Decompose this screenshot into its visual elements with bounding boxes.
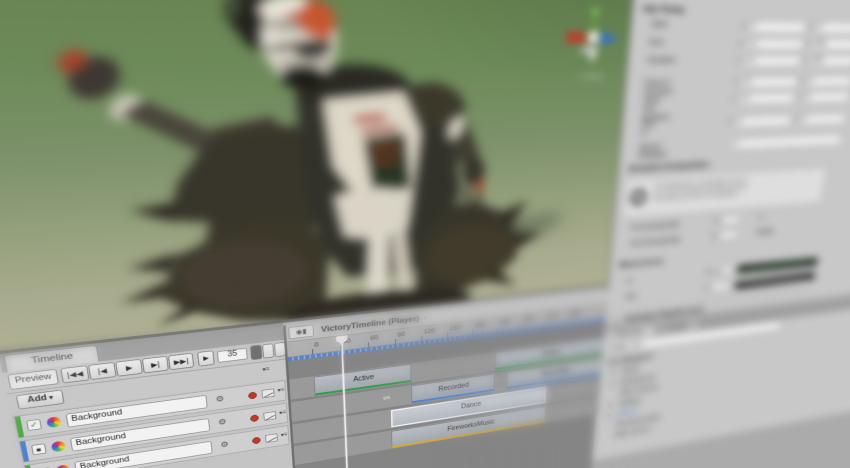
timeline-clips-area: ◉▮ VictoryTimeline (Player)› 0 30 60 90 …	[283, 290, 607, 468]
duration-s-field[interactable]: 4.1	[743, 55, 802, 66]
play-range-toggle[interactable]: ▶	[197, 350, 215, 366]
create-button[interactable]: Create	[604, 341, 635, 354]
post-extrapolate-dropdown[interactable]: Hold	[703, 230, 741, 243]
easeout-f-field[interactable]: 6	[803, 92, 850, 103]
unity-editor: < Persp Clip Timing Start s 0 f 0 End s …	[0, 0, 850, 468]
clip-timing-header: Clip Timing	[642, 4, 684, 14]
blend-out-label: Out	[625, 292, 637, 301]
curves-icon[interactable]	[261, 388, 274, 398]
blend-in-label: In	[626, 277, 632, 285]
add-track-button[interactable]: Add	[16, 390, 65, 410]
infinity-icon: ∞	[383, 392, 390, 403]
f-label: f	[806, 40, 809, 48]
record-button[interactable]	[250, 414, 259, 422]
blend-curves-header: Blend Curves	[619, 257, 664, 269]
row-label-clipin: Clip In	[640, 120, 654, 138]
item-label: Player	[621, 365, 640, 375]
scene-orientation-gizmo[interactable]: < Persp	[559, 3, 628, 87]
f-label: f	[798, 93, 801, 101]
scene-icon	[610, 358, 618, 365]
item-label: Events	[617, 408, 637, 418]
easeout-s-field[interactable]: 0.1	[737, 93, 795, 105]
blend-in-dropdown[interactable]: Manual	[699, 265, 735, 278]
track-menu-icon[interactable]: ▾≡	[281, 431, 288, 438]
row-label-easein: Ease In Duration	[644, 78, 674, 96]
breadcrumb-chevron-icon: ›	[424, 312, 427, 322]
easein-f-field[interactable]: 6	[806, 76, 850, 87]
speed-field[interactable]: 1	[731, 134, 842, 149]
curves-icon[interactable]	[263, 411, 276, 421]
end-s-field[interactable]: 4.1	[745, 39, 804, 50]
row-label-end: End	[649, 38, 663, 47]
foldout-icon[interactable]: ▶	[612, 370, 616, 376]
previous-frame-button[interactable]: |◀	[88, 362, 116, 380]
animator-icon	[55, 464, 70, 468]
post-extrapolate-value: Infinity	[756, 227, 775, 236]
gizmo-persp-label[interactable]: < Persp	[559, 73, 622, 82]
foldout-icon[interactable]: ▶	[608, 413, 612, 419]
extrapolation-info-box: Pre-Extrapolation is only applied to the…	[622, 167, 827, 219]
f-label: f	[804, 56, 807, 64]
row-label-speed: Speed Multiplier	[638, 142, 669, 160]
clipin-f-field[interactable]: 0	[799, 114, 846, 126]
pre-extrapolate-dropdown[interactable]: Hold	[705, 215, 743, 228]
next-frame-button[interactable]: ▶|	[142, 356, 169, 374]
s-label: s	[731, 95, 735, 103]
s-label: s	[737, 56, 741, 64]
s-label: s	[741, 22, 745, 30]
blend-out-curve[interactable]	[734, 271, 815, 290]
gear-icon[interactable]: ⚙	[218, 417, 227, 427]
track-options-icon[interactable]: ▾≡	[262, 366, 270, 373]
animator-icon	[51, 440, 66, 452]
gear-icon[interactable]: ⚙	[215, 394, 224, 404]
foldout-icon[interactable]: ▶	[609, 402, 613, 408]
post-extrapolate-label: Post-Extrapolate	[630, 236, 682, 248]
current-frame-field[interactable]: 35	[217, 348, 248, 363]
blend-out-dropdown[interactable]: Auto	[697, 281, 733, 294]
go-to-start-button[interactable]: |◀◀	[60, 365, 89, 383]
edit-mode-mix-button[interactable]	[250, 345, 262, 360]
s-label: s	[728, 118, 732, 126]
easein-s-field[interactable]: 0.1	[740, 77, 798, 88]
pre-extrapolate-value: 0	[758, 214, 763, 222]
s-label: s	[734, 78, 738, 86]
foldout-icon[interactable]: ▶	[611, 381, 615, 387]
duration-f-field[interactable]: 246	[809, 55, 850, 66]
start-f-field[interactable]: 0	[814, 22, 850, 33]
curves-icon[interactable]	[265, 433, 278, 443]
track-color-strip	[20, 441, 29, 462]
track-active-checkbox[interactable]: ✓	[26, 419, 42, 431]
go-to-end-button[interactable]: ▶▶|	[168, 353, 194, 370]
edit-mode-ripple-button[interactable]	[262, 343, 274, 358]
pre-extrapolate-label: Pre-Extrapolate	[631, 220, 680, 232]
foldout-icon[interactable]: ▼	[603, 360, 608, 366]
row-label-start: Start	[651, 20, 668, 30]
start-s-field[interactable]: 0	[747, 21, 806, 33]
end-f-field[interactable]: 246	[812, 39, 850, 50]
preview-toggle[interactable]: Preview	[7, 369, 59, 390]
timeline-visibility-icons[interactable]: ◉▮	[288, 324, 314, 339]
row-label-easeout: Ease Out Duration	[642, 95, 672, 122]
record-button[interactable]	[248, 392, 257, 400]
row-label-duration: Duration	[647, 56, 676, 65]
f-label: f	[800, 77, 803, 85]
gear-icon[interactable]: ⚙	[220, 440, 229, 450]
extrapolation-header: Animation Extrapolation	[628, 161, 710, 174]
track-color-strip	[15, 416, 24, 437]
track-active-checkbox[interactable]: ■	[31, 443, 47, 455]
info-icon	[629, 188, 648, 207]
f-label: f	[794, 116, 797, 123]
track-menu-icon[interactable]: ▾≡	[279, 409, 287, 416]
record-button[interactable]	[252, 437, 261, 445]
animator-icon	[46, 416, 62, 428]
f-label: f	[809, 23, 812, 31]
inspector-panel: Clip Timing Start s 0 f 0 End s 4.1 f 24…	[604, 0, 850, 326]
play-button[interactable]: ▶	[115, 359, 143, 377]
s-label: s	[739, 39, 743, 47]
clipin-s-field[interactable]: 0	[734, 115, 791, 127]
track-menu-icon[interactable]: ▾≡	[277, 386, 285, 393]
